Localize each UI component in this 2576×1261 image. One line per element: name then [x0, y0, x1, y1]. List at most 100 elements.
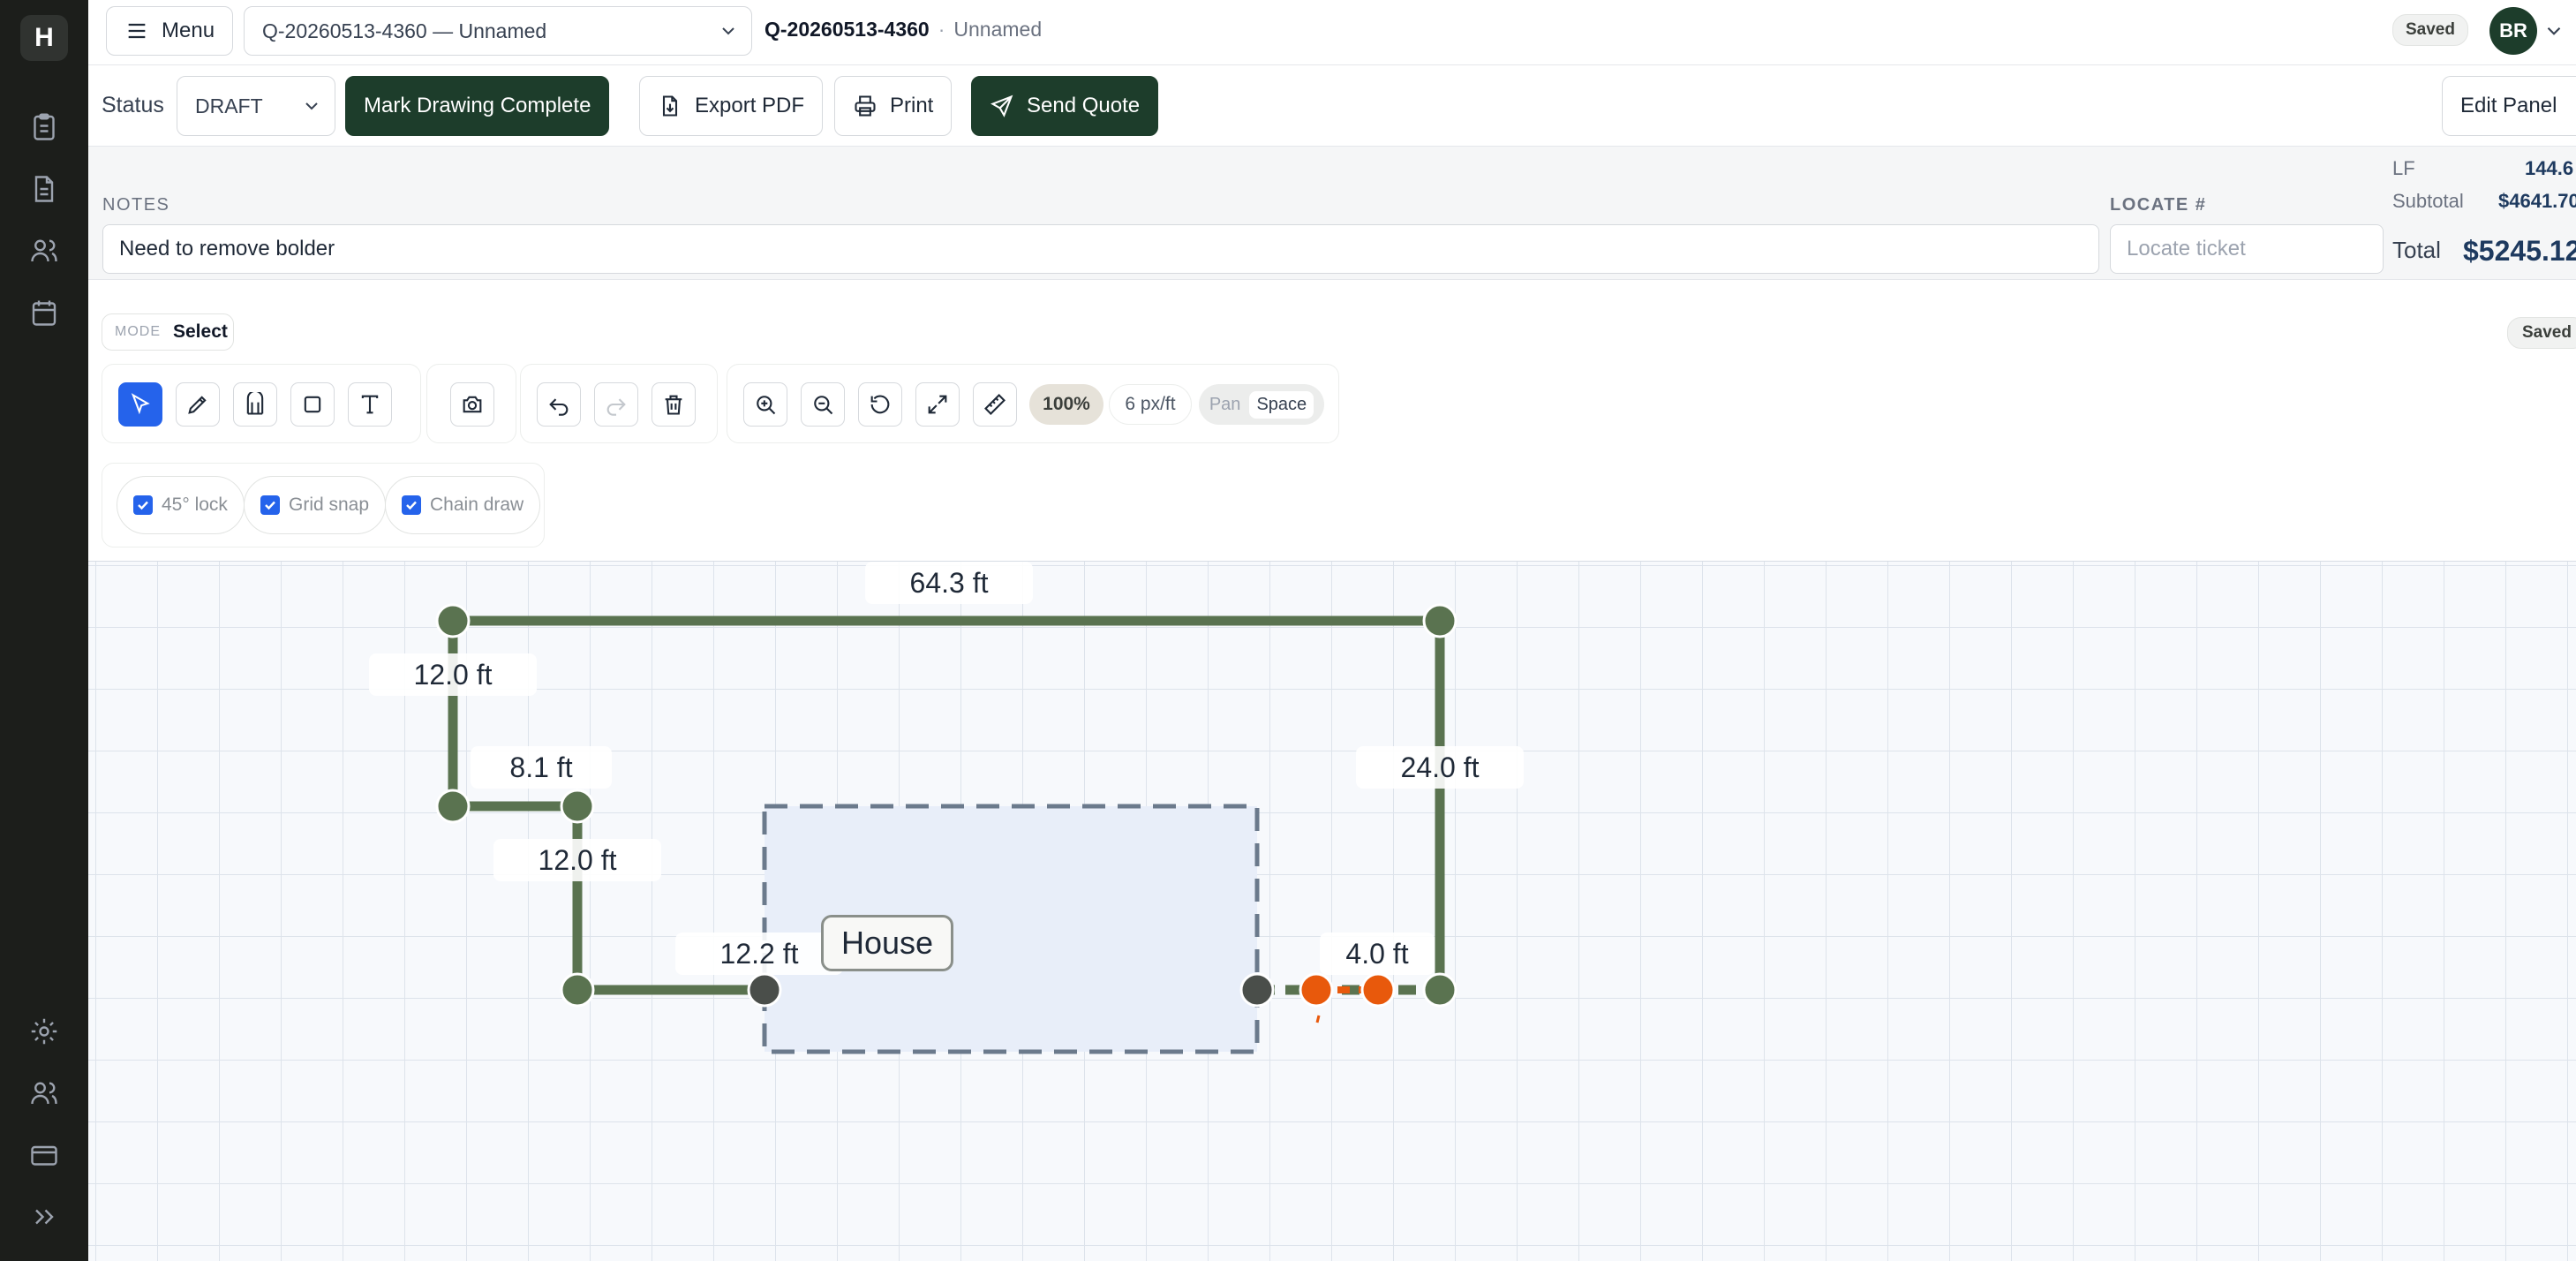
notes-textarea[interactable]: Need to remove bolder	[102, 224, 2099, 274]
document-icon[interactable]	[28, 173, 60, 205]
drawing-canvas[interactable]: 64.3 ft 12.0 ft 24.0 ft 8.1 ft 12.0 ft 1…	[88, 561, 2576, 1261]
camera-tools	[426, 364, 516, 443]
zoom-in-icon	[757, 396, 776, 415]
quote-name: Unnamed	[953, 18, 1043, 41]
fit-view-button[interactable]	[915, 382, 960, 427]
quote-select-value: Q-20260513-4360 — Unnamed	[262, 19, 547, 42]
draw-tools	[102, 364, 421, 443]
lf-value: 144.6	[2525, 157, 2574, 179]
view-tools: 100% 6 px/ft Pan Space	[727, 364, 1339, 443]
billing-card-icon[interactable]	[28, 1139, 60, 1171]
history-tools	[520, 364, 718, 443]
avatar-chevron-icon[interactable]	[2542, 19, 2565, 42]
fence-node[interactable]	[435, 603, 471, 638]
fence-node[interactable]	[1422, 603, 1457, 638]
menu-button[interactable]: Menu	[106, 6, 234, 56]
mode-label: MODE	[115, 324, 161, 339]
trash-icon	[665, 395, 682, 415]
text-icon	[361, 395, 379, 414]
draw-fence-tool[interactable]	[176, 382, 220, 427]
mark-complete-button[interactable]: Mark Drawing Complete	[345, 76, 610, 136]
segment-label[interactable]: 12.2 ft	[675, 933, 843, 975]
printer-icon	[855, 95, 876, 117]
print-button[interactable]: Print	[834, 76, 953, 136]
lock-45-toggle[interactable]: 45° lock	[117, 476, 245, 534]
locate-input[interactable]: Locate ticket	[2110, 224, 2384, 274]
expand-arrows-icon	[928, 395, 947, 414]
send-quote-button[interactable]: Send Quote	[971, 76, 1159, 136]
calendar-icon[interactable]	[28, 297, 60, 328]
segment-label[interactable]: 8.1 ft	[471, 746, 612, 789]
zoom-out-icon	[814, 396, 833, 415]
fence-node[interactable]	[560, 789, 595, 824]
saved-badge: Saved	[2392, 14, 2468, 46]
camera-icon	[463, 396, 482, 413]
selected-node[interactable]	[1360, 972, 1396, 1008]
gate-icon	[246, 392, 264, 415]
quote-id: Q-20260513-4360	[765, 18, 930, 41]
zoom-in-button[interactable]	[743, 382, 787, 427]
grid-snap-toggle[interactable]: Grid snap	[244, 476, 387, 534]
file-download-icon	[662, 95, 678, 117]
chevron-down-icon	[722, 27, 734, 35]
users-icon[interactable]	[28, 235, 60, 267]
fence-node[interactable]	[435, 789, 471, 824]
status-value: DRAFT	[195, 94, 263, 117]
avatar[interactable]: BR	[2489, 7, 2537, 55]
total-label: Total	[2392, 237, 2441, 263]
clipboard-icon[interactable]	[28, 111, 60, 143]
rectangle-tool[interactable]	[290, 382, 335, 427]
segment-label[interactable]: 64.3 ft	[865, 562, 1033, 604]
camera-button[interactable]	[450, 382, 494, 427]
house-label[interactable]: House	[821, 915, 953, 971]
select-tool[interactable]	[118, 382, 162, 427]
edit-panel-label: Edit Panel	[2460, 94, 2557, 117]
segment-label[interactable]: 12.0 ft	[369, 653, 537, 696]
app-logo[interactable]: H	[20, 15, 68, 61]
redo-button[interactable]	[594, 382, 638, 427]
status-label: Status	[102, 93, 164, 117]
hamburger-icon	[128, 23, 146, 39]
segment-label[interactable]: 24.0 ft	[1356, 746, 1524, 789]
undo-icon	[549, 398, 569, 416]
checkbox-checked-icon	[402, 495, 421, 515]
drawing-options: 45° lock Grid snap Chain draw	[102, 463, 545, 547]
export-pdf-button[interactable]: Export PDF	[639, 76, 824, 136]
redo-icon	[606, 398, 626, 416]
edit-panel-button[interactable]: Edit Panel	[2442, 76, 2576, 136]
lock-45-label: 45° lock	[162, 495, 228, 515]
status-select[interactable]: DRAFT	[177, 76, 335, 136]
chevron-down-icon	[305, 102, 318, 110]
selected-node[interactable]	[1299, 972, 1334, 1008]
undo-button[interactable]	[537, 382, 581, 427]
notes-label: NOTES	[102, 195, 170, 215]
total-value: $5245.12	[2463, 235, 2576, 267]
segment-label[interactable]: 12.0 ft	[493, 839, 661, 881]
quote-heading: Q-20260513-4360 · Unnamed	[765, 18, 1042, 42]
ruler-icon	[984, 394, 1006, 415]
chain-draw-toggle[interactable]: Chain draw	[385, 476, 541, 534]
left-rail: H	[0, 0, 88, 1261]
segment-label[interactable]: 4.0 ft	[1320, 933, 1435, 975]
delete-button[interactable]	[652, 382, 696, 427]
reset-view-button[interactable]	[858, 382, 902, 427]
house-attach-node[interactable]	[1239, 972, 1275, 1008]
zoom-level: 100%	[1029, 384, 1103, 425]
fence-node[interactable]	[1422, 972, 1457, 1008]
fence-node[interactable]	[560, 972, 595, 1008]
gate-tool[interactable]	[233, 382, 277, 427]
zoom-out-button[interactable]	[801, 382, 845, 427]
house-attach-node[interactable]	[747, 972, 782, 1008]
locate-placeholder: Locate ticket	[2127, 237, 2246, 261]
text-tool[interactable]	[348, 382, 392, 427]
quote-select[interactable]: Q-20260513-4360 — Unnamed	[244, 6, 752, 56]
pan-hint: Pan Space	[1199, 384, 1324, 425]
pan-key: Space	[1249, 390, 1314, 419]
subtotal-label: Subtotal	[2392, 190, 2464, 212]
send-quote-label: Send Quote	[1027, 94, 1141, 117]
mode-value: Select	[173, 321, 228, 342]
expand-icon[interactable]	[28, 1201, 60, 1233]
team-icon[interactable]	[28, 1077, 60, 1109]
settings-icon[interactable]	[28, 1016, 60, 1047]
measure-button[interactable]	[973, 382, 1017, 427]
